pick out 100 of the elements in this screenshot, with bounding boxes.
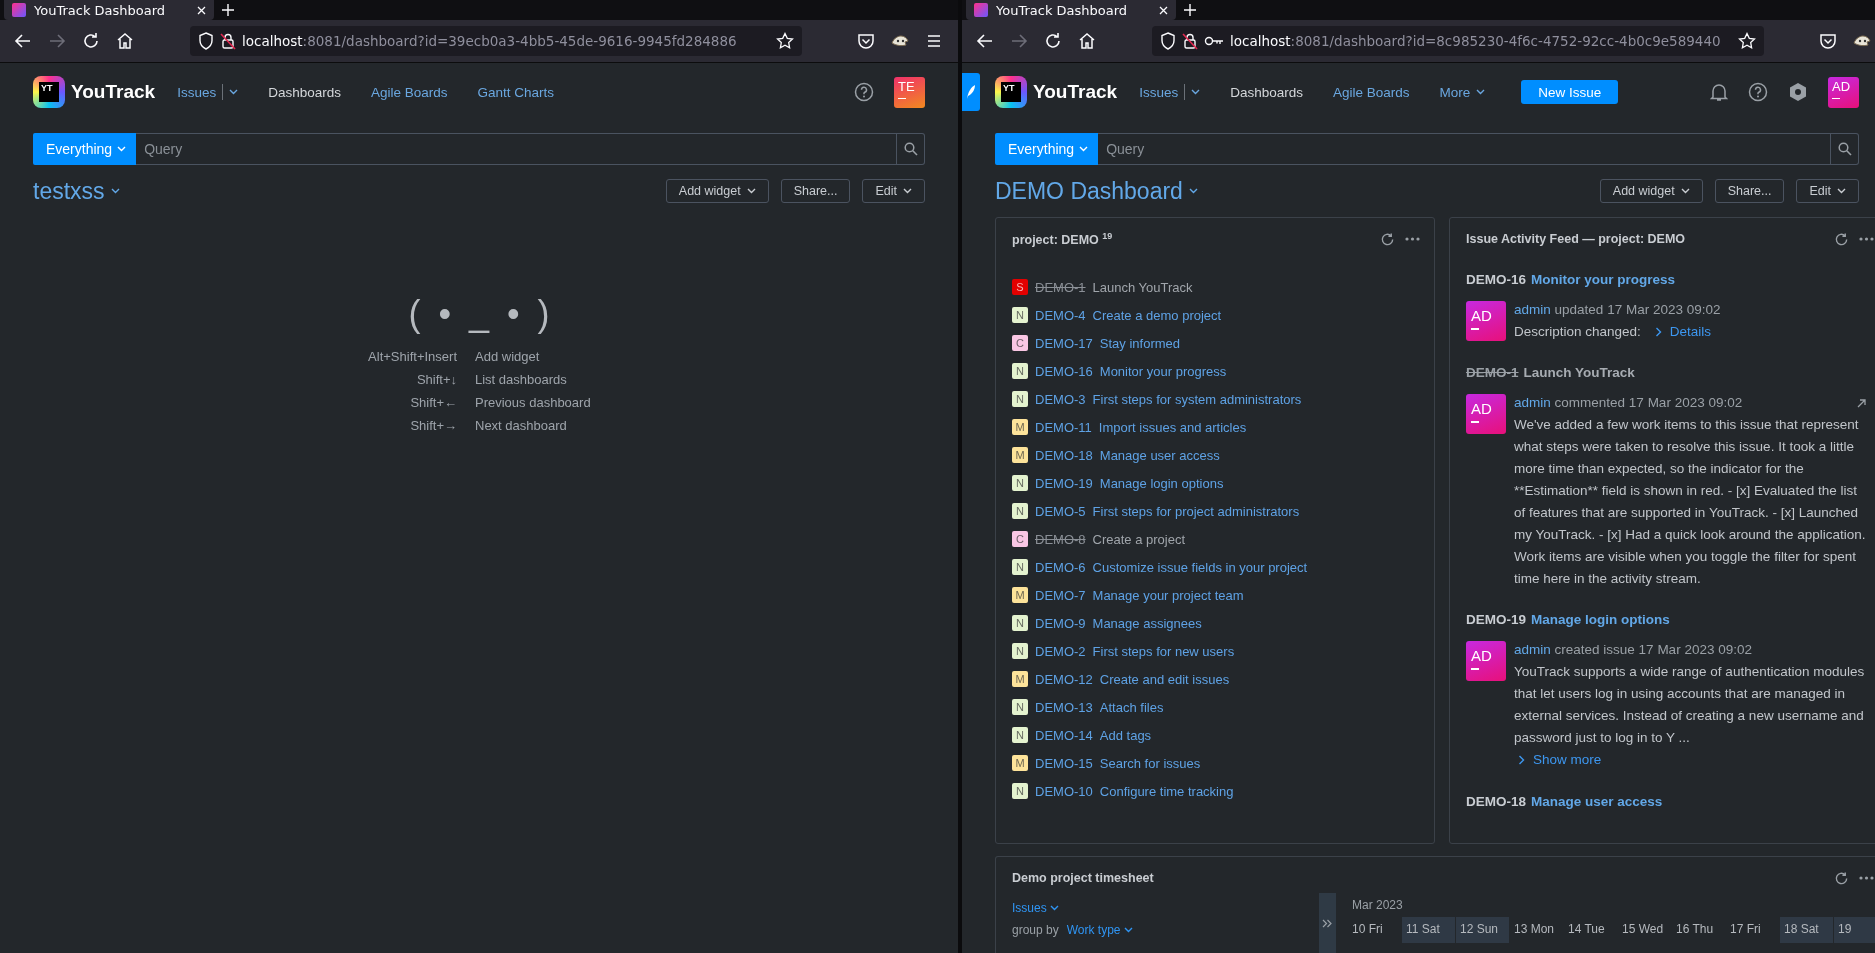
issue-id-link[interactable]: DEMO-16 <box>1466 272 1526 287</box>
key-icon[interactable] <box>1204 35 1224 47</box>
issue-summary-link[interactable]: Import issues and articles <box>1098 419 1247 435</box>
nav-link[interactable]: More <box>1439 84 1486 100</box>
issue-id-link[interactable]: DEMO-1 <box>1035 279 1086 295</box>
browser-tab[interactable]: YouTrack Dashboard <box>4 0 214 20</box>
refresh-icon[interactable] <box>1834 870 1849 886</box>
issue-id-link[interactable]: DEMO-4 <box>1035 307 1086 323</box>
search-field[interactable]: Query <box>1098 133 1831 165</box>
youtrack-logo[interactable]: YT YouTrack <box>995 76 1118 108</box>
issue-summary-link[interactable]: Launch YouTrack <box>1092 279 1193 295</box>
issue-id-link[interactable]: DEMO-14 <box>1035 727 1093 743</box>
nav-link[interactable]: Issues <box>177 84 239 100</box>
dashboard-action-button[interactable]: Share... <box>1714 179 1785 203</box>
address-bar[interactable]: localhost:8081/dashboard?id=8c985230-4f6c-4752-92cc-4b0c9e589440 <box>1152 26 1764 56</box>
issue-summary-link[interactable]: Manage user access <box>1531 794 1663 809</box>
issue-id-link[interactable]: DEMO-5 <box>1035 503 1086 519</box>
dashboard-title[interactable]: DEMO Dashboard <box>995 177 1198 205</box>
refresh-icon[interactable] <box>1380 231 1395 247</box>
details-link[interactable]: Details <box>1654 321 1712 343</box>
issue-id-link[interactable]: DEMO-18 <box>1466 794 1526 809</box>
issue-summary-link[interactable]: Manage assignees <box>1092 615 1202 631</box>
search-field[interactable]: Query <box>136 133 897 165</box>
more-icon[interactable] <box>1859 237 1874 241</box>
nav-link[interactable]: Issues <box>1139 84 1201 100</box>
dashboard-action-button[interactable]: Edit <box>1796 179 1859 203</box>
issue-id-link[interactable]: DEMO-18 <box>1035 447 1093 463</box>
rows-selector[interactable]: Issues <box>1012 901 1319 915</box>
issue-summary-link[interactable]: Monitor your progress <box>1531 272 1676 287</box>
bell-icon[interactable] <box>1710 82 1728 102</box>
dashboard-title[interactable]: testxss <box>33 177 120 205</box>
group-by-selector[interactable]: Work type <box>1066 923 1133 937</box>
issue-id-link[interactable]: DEMO-8 <box>1035 531 1086 547</box>
help-icon[interactable] <box>854 82 874 102</box>
expand-button[interactable] <box>1318 893 1336 953</box>
issue-summary-link[interactable]: First steps for project administrators <box>1092 503 1300 519</box>
issue-id-link[interactable]: DEMO-15 <box>1035 755 1093 771</box>
nav-link[interactable]: Dashboards <box>268 84 341 100</box>
new-tab-icon[interactable] <box>1184 4 1196 16</box>
issue-id-link[interactable]: DEMO-11 <box>1035 419 1092 435</box>
nav-link[interactable]: Agile Boards <box>1332 84 1410 100</box>
issue-id-link[interactable]: DEMO-1 <box>1466 365 1519 380</box>
bookmark-star-icon[interactable] <box>1738 32 1756 50</box>
issue-id-link[interactable]: DEMO-2 <box>1035 643 1086 659</box>
issue-summary-link[interactable]: Manage your project team <box>1092 587 1244 603</box>
issue-summary-link[interactable]: Create and edit issues <box>1099 671 1230 687</box>
address-bar[interactable]: localhost:8081/dashboard?id=39ecb0a3-4bb5-45de-9616-9945fd284886 <box>190 26 802 56</box>
issue-summary-link[interactable]: Manage user access <box>1099 447 1220 463</box>
issue-summary-link[interactable]: Stay informed <box>1099 335 1180 351</box>
issue-summary-link[interactable]: Launch YouTrack <box>1523 365 1635 380</box>
issue-id-link[interactable]: DEMO-6 <box>1035 559 1086 575</box>
bookmark-star-icon[interactable] <box>776 32 794 50</box>
dashboard-action-button[interactable]: Add widget <box>665 179 769 203</box>
issue-summary-link[interactable]: Monitor your progress <box>1099 363 1227 379</box>
search-scope-dropdown[interactable]: Everything <box>995 133 1099 165</box>
issue-id-link[interactable]: DEMO-7 <box>1035 587 1086 603</box>
browser-tab[interactable]: YouTrack Dashboard <box>966 0 1176 20</box>
close-icon[interactable] <box>1159 5 1168 15</box>
issue-summary-link[interactable]: First steps for system administrators <box>1092 391 1302 407</box>
feather-tab-icon[interactable] <box>962 73 980 111</box>
refresh-icon[interactable] <box>1834 231 1849 247</box>
show-more-link[interactable]: Show more <box>1518 749 1602 771</box>
nav-link[interactable]: Dashboards <box>1230 84 1303 100</box>
new-tab-icon[interactable] <box>222 4 234 16</box>
issue-id-link[interactable]: DEMO-12 <box>1035 671 1093 687</box>
more-icon[interactable] <box>1405 237 1420 241</box>
search-button[interactable] <box>897 133 925 165</box>
issue-summary-link[interactable]: Add tags <box>1099 727 1152 743</box>
search-scope-dropdown[interactable]: Everything <box>33 133 137 165</box>
issue-summary-link[interactable]: First steps for new users <box>1092 643 1235 659</box>
issue-summary-link[interactable]: Manage login options <box>1531 612 1670 627</box>
issue-id-link[interactable]: DEMO-13 <box>1035 699 1093 715</box>
youtrack-logo[interactable]: YT YouTrack <box>33 76 156 108</box>
dashboard-action-button[interactable]: Add widget <box>1599 179 1703 203</box>
issue-id-link[interactable]: DEMO-3 <box>1035 391 1086 407</box>
issue-summary-link[interactable]: Configure time tracking <box>1099 783 1234 799</box>
issue-id-link[interactable]: DEMO-10 <box>1035 783 1093 799</box>
dashboard-action-button[interactable]: Share... <box>780 179 851 203</box>
settings-icon[interactable] <box>1788 82 1808 102</box>
close-icon[interactable] <box>197 5 206 15</box>
issue-id-link[interactable]: DEMO-17 <box>1035 335 1093 351</box>
more-icon[interactable] <box>1859 876 1874 880</box>
issue-id-link[interactable]: DEMO-19 <box>1466 612 1526 627</box>
issue-id-link[interactable]: DEMO-9 <box>1035 615 1086 631</box>
issue-id-link[interactable]: DEMO-19 <box>1035 475 1093 491</box>
user-avatar[interactable]: AD <box>1828 76 1859 108</box>
issue-summary-link[interactable]: Create a project <box>1092 531 1186 547</box>
issue-id-link[interactable]: DEMO-16 <box>1035 363 1093 379</box>
new-issue-button[interactable]: New Issue <box>1521 80 1619 104</box>
issue-summary-link[interactable]: Manage login options <box>1099 475 1224 491</box>
nav-link[interactable]: Gantt Charts <box>477 84 555 100</box>
issue-summary-link[interactable]: Search for issues <box>1099 755 1201 771</box>
user-avatar[interactable]: TE <box>894 76 925 108</box>
dashboard-action-button[interactable]: Edit <box>862 179 925 203</box>
issue-summary-link[interactable]: Attach files <box>1099 699 1164 715</box>
search-button[interactable] <box>1831 133 1859 165</box>
issue-summary-link[interactable]: Customize issue fields in your project <box>1092 559 1308 575</box>
help-icon[interactable] <box>1748 82 1768 102</box>
expand-arrow-icon[interactable] <box>1857 398 1866 408</box>
nav-link[interactable]: Agile Boards <box>370 84 448 100</box>
